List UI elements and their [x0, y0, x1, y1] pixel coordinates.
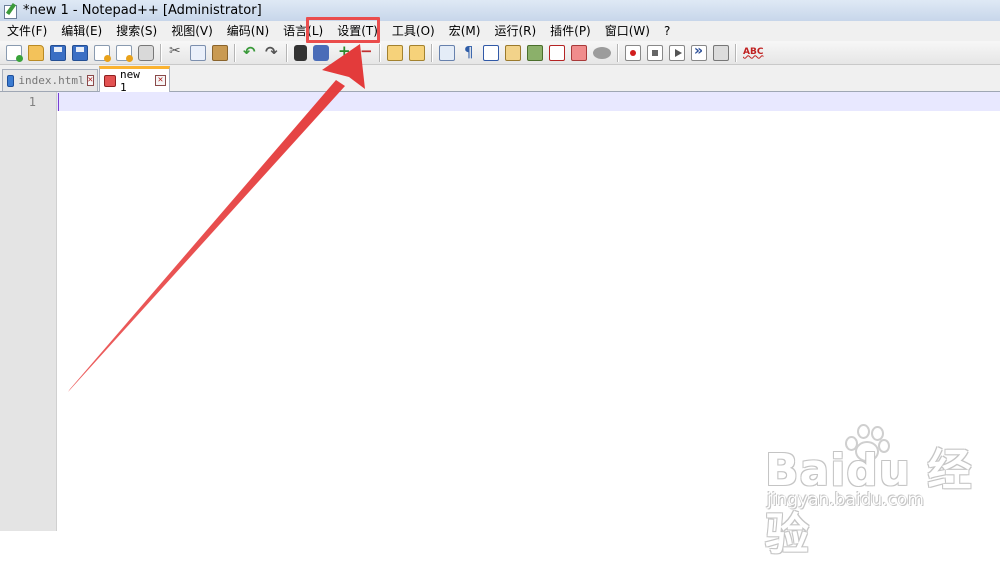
sync-horizontal-icon[interactable] — [409, 44, 425, 61]
undo-icon[interactable] — [242, 43, 258, 61]
replace-icon[interactable] — [313, 44, 329, 61]
menu-edit[interactable]: 编辑(E) — [54, 21, 109, 41]
file-unsaved-icon — [104, 74, 116, 87]
spell-check-icon[interactable]: ABC — [743, 45, 763, 61]
document-map-icon[interactable] — [527, 44, 543, 61]
menu-search[interactable]: 搜索(S) — [109, 21, 164, 41]
line-number: 1 — [28, 95, 36, 109]
new-file-icon[interactable] — [6, 44, 23, 62]
toolbar-separator — [234, 43, 236, 62]
record-macro-icon[interactable] — [625, 44, 641, 61]
playback-macro-icon[interactable] — [669, 44, 685, 61]
tab-index-html[interactable]: index.html ✕ — [2, 69, 98, 91]
copy-icon[interactable] — [190, 44, 206, 61]
window-title: *new 1 - Notepad++ [Administrator] — [23, 3, 262, 18]
editor-area[interactable]: 1 — [0, 92, 1000, 531]
cut-icon[interactable] — [168, 43, 184, 61]
menu-run[interactable]: 运行(R) — [487, 21, 543, 41]
menu-tools[interactable]: 工具(O) — [385, 21, 442, 41]
settings-menu-highlight — [306, 17, 380, 43]
file-saved-icon — [7, 74, 15, 87]
text-caret — [58, 93, 59, 111]
monitoring-icon[interactable] — [593, 46, 611, 59]
tab-label: new 1 — [119, 67, 140, 94]
save-all-icon[interactable] — [72, 44, 88, 61]
indent-guide-icon[interactable] — [483, 44, 499, 61]
print-icon[interactable] — [138, 44, 154, 61]
menu-help[interactable]: ? — [657, 21, 677, 41]
word-wrap-icon[interactable] — [439, 44, 455, 61]
function-list-icon[interactable] — [549, 44, 565, 61]
toolbar-separator — [617, 43, 619, 62]
save-icon[interactable] — [50, 44, 66, 61]
close-icon[interactable]: ✕ — [155, 75, 166, 86]
tab-label: index.html — [18, 74, 85, 87]
toolbar: ABC — [0, 41, 1000, 65]
run-macro-multiple-icon[interactable] — [691, 43, 707, 61]
menu-encoding[interactable]: 编码(N) — [220, 21, 276, 41]
toolbar-separator — [379, 43, 381, 62]
sync-vertical-icon[interactable] — [387, 44, 403, 61]
notepad-plus-plus-icon — [3, 2, 17, 19]
close-icon[interactable]: ✕ — [86, 75, 94, 86]
save-macro-icon[interactable] — [713, 44, 729, 61]
menu-bar: 文件(F) 编辑(E) 搜索(S) 视图(V) 编码(N) 语言(L) 设置(T… — [0, 21, 1000, 41]
stop-recording-icon[interactable] — [647, 44, 663, 61]
user-language-icon[interactable] — [505, 44, 521, 61]
show-all-characters-icon[interactable] — [461, 43, 477, 61]
title-bar: *new 1 - Notepad++ [Administrator] — [0, 0, 1000, 21]
current-line-highlight — [57, 92, 1000, 111]
paste-icon[interactable] — [212, 44, 228, 61]
line-number-gutter: 1 — [0, 92, 57, 531]
zoom-in-icon[interactable] — [335, 42, 351, 61]
redo-icon[interactable] — [264, 43, 280, 61]
tab-bar: index.html ✕ new 1 ✕ — [0, 65, 1000, 94]
menu-macro[interactable]: 宏(M) — [442, 21, 488, 41]
open-file-icon[interactable] — [28, 44, 44, 61]
close-file-icon[interactable] — [94, 44, 111, 62]
toolbar-separator — [160, 43, 162, 62]
folder-workspace-icon[interactable] — [571, 44, 587, 61]
menu-view[interactable]: 视图(V) — [164, 21, 220, 41]
toolbar-separator — [431, 43, 433, 62]
tab-new-1[interactable]: new 1 ✕ — [99, 66, 170, 94]
menu-plugins[interactable]: 插件(P) — [543, 21, 598, 41]
menu-window[interactable]: 窗口(W) — [598, 21, 657, 41]
toolbar-separator — [286, 43, 288, 62]
close-all-icon[interactable] — [116, 44, 133, 62]
zoom-out-icon[interactable] — [357, 42, 373, 61]
find-icon[interactable] — [294, 44, 307, 61]
toolbar-separator — [735, 43, 737, 62]
menu-file[interactable]: 文件(F) — [0, 21, 54, 41]
